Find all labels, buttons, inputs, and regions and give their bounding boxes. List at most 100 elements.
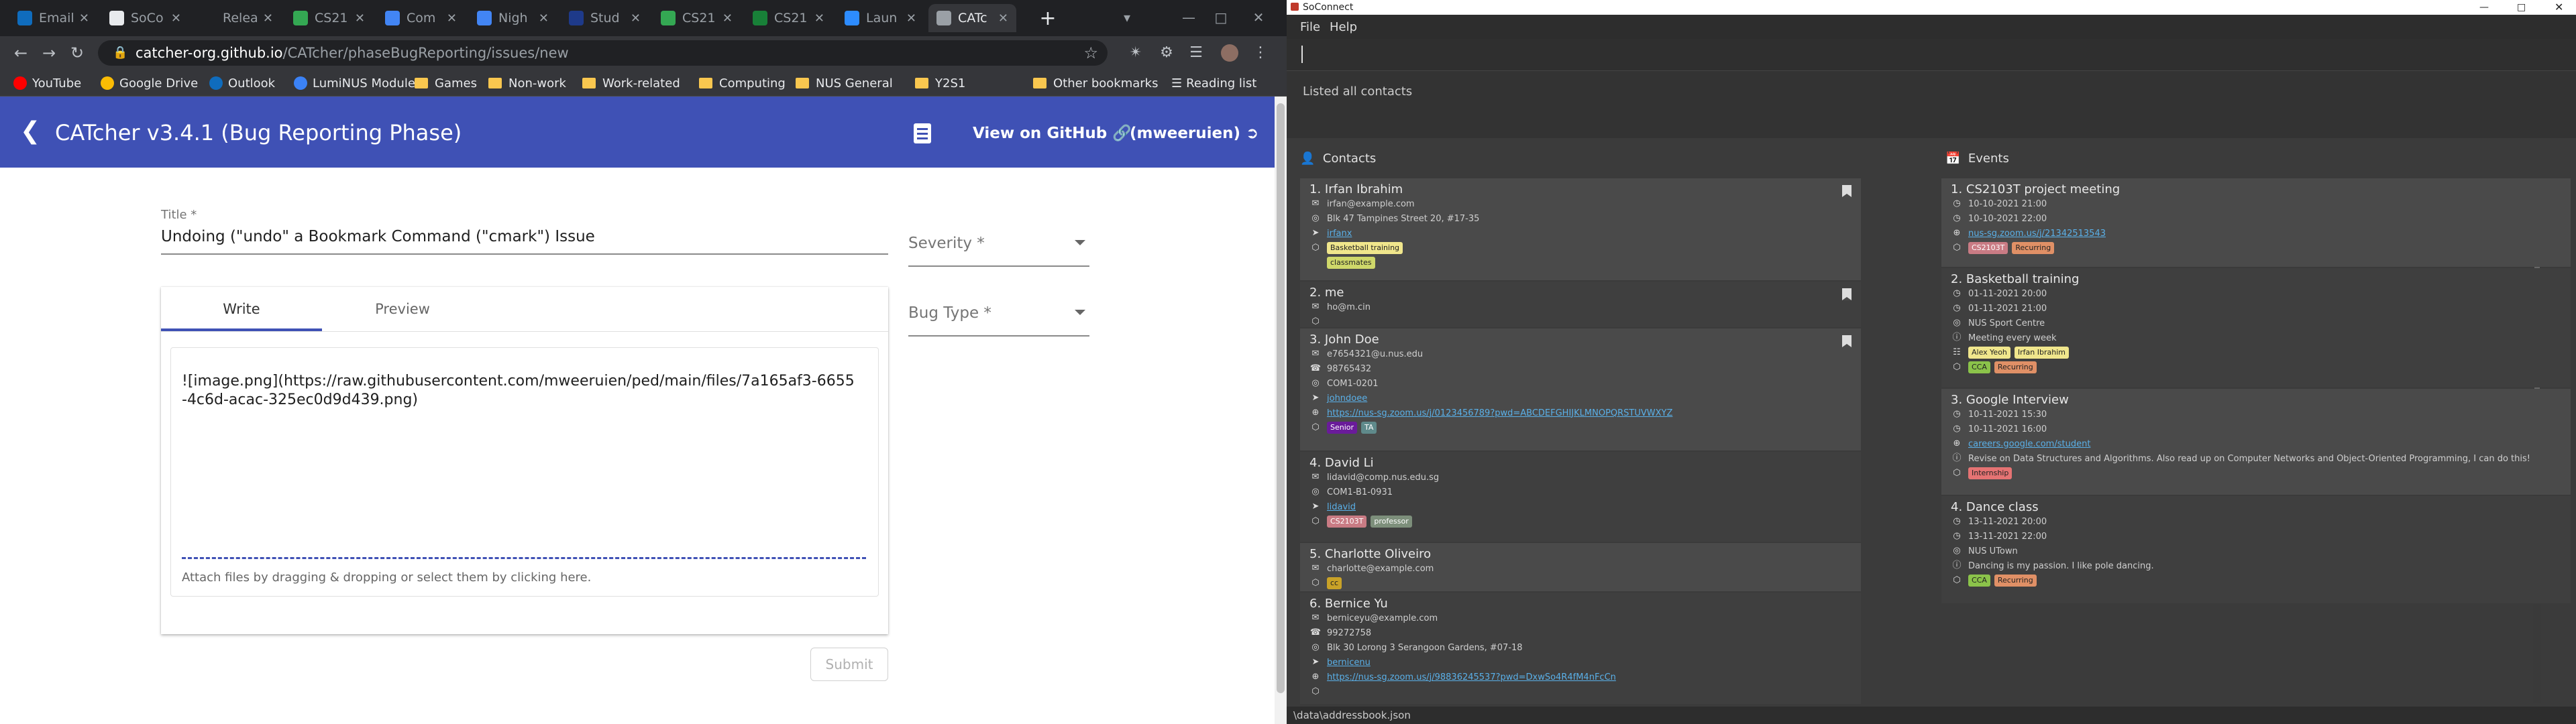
site-icon xyxy=(101,76,114,90)
star-icon[interactable]: ☆ xyxy=(1083,40,1098,66)
list-item[interactable]: 1. CS2103T project meeting ◷ 10-10-2021 21… xyxy=(1941,178,2571,267)
list-item[interactable]: 4. Dance class ◷ 13-11-2021 20:00 ◷ 13-11-20… xyxy=(1941,496,2571,603)
close-icon[interactable]: ✕ xyxy=(2555,0,2563,15)
tag-badge: CCA xyxy=(1968,361,1990,373)
address-bar[interactable]: 🔒 catcher-org.github.io/CATcher/phaseBug… xyxy=(98,40,1108,66)
minimize-icon[interactable]: — xyxy=(2479,0,2489,15)
detail-link[interactable]: johndoee xyxy=(1327,394,1367,404)
bookmark-0[interactable]: YouTube xyxy=(13,74,81,93)
logout-button[interactable]: (mweeruien) ➲ xyxy=(1130,122,1258,145)
bookmark-icon[interactable] xyxy=(1842,335,1851,347)
bookmark-2[interactable]: Outlook xyxy=(209,74,275,93)
event-list[interactable]: 1. CS2103T project meeting ◷ 10-10-2021 21… xyxy=(1941,178,2571,607)
minimize-icon[interactable]: — xyxy=(1175,5,1202,29)
detail-link[interactable]: https://nus-sg.zoom.us/j/98836245537?pwd… xyxy=(1327,672,1616,682)
list-item[interactable]: 4. David Li ✉ lidavid@comp.nus.edu.sg ◎ COM1… xyxy=(1300,452,1861,542)
bookmark-11[interactable]: ☰ Reading list xyxy=(1171,74,1256,93)
media-icon[interactable]: ☰ xyxy=(1187,44,1205,62)
close-tab-icon[interactable]: ✕ xyxy=(814,11,824,25)
title-input[interactable]: Undoing ("undo" a Bookmark Command ("cma… xyxy=(161,228,595,245)
scrollbar-thumb[interactable] xyxy=(1277,103,1285,693)
contact-list[interactable]: 1. Irfan Ibrahim ✉ irfan@example.com ◎ Blk 4… xyxy=(1300,178,1861,704)
document-icon[interactable] xyxy=(914,123,931,143)
page-scrollbar[interactable] xyxy=(1275,97,1287,724)
detail-text: Blk 30 Lorong 3 Serangoon Gardens, #07-1… xyxy=(1327,642,1523,653)
detail-link[interactable]: irfanx xyxy=(1327,229,1352,239)
list-item[interactable]: 6. Bernice Yu ✉ berniceyu@example.com ☎ 9927… xyxy=(1300,593,1861,704)
detail-link[interactable]: nus-sg.zoom.us/j/21342513543 xyxy=(1968,229,2106,239)
tab-1[interactable]: SoCo ✕ xyxy=(101,4,189,32)
tab-4[interactable]: Com ✕ xyxy=(377,4,465,32)
kebab-menu-icon[interactable]: ⋮ xyxy=(1252,44,1269,62)
title-field[interactable]: Undoing ("undo" a Bookmark Command ("cma… xyxy=(161,205,888,255)
bug-type-select[interactable]: Bug Type * xyxy=(908,296,1089,337)
back-arrow-icon[interactable]: ← xyxy=(9,42,32,64)
detail-row: ◎ COM1-0201 xyxy=(1309,377,1378,390)
extension-icon[interactable]: ✴ xyxy=(1127,44,1144,62)
new-tab-icon[interactable]: + xyxy=(1034,5,1061,32)
detail-link[interactable]: https://nus-sg.zoom.us/j/0123456789?pwd=… xyxy=(1327,408,1672,418)
bookmark-8[interactable]: NUS General xyxy=(796,74,893,93)
tab-2[interactable]: Relea ✕ xyxy=(193,4,281,32)
bookmark-6[interactable]: Work-related xyxy=(582,74,680,93)
attach-files-hint[interactable]: Attach files by dragging & dropping or s… xyxy=(182,570,591,585)
close-tab-icon[interactable]: ✕ xyxy=(171,11,181,25)
detail-link[interactable]: lidavid xyxy=(1327,502,1356,512)
bookmark-1[interactable]: Google Drive xyxy=(101,74,198,93)
list-item[interactable]: 1. Irfan Ibrahim ✉ irfan@example.com ◎ Blk 4… xyxy=(1300,178,1861,280)
tab-search-icon[interactable]: ▾ xyxy=(1114,5,1140,29)
maximize-icon[interactable]: □ xyxy=(2517,0,2526,15)
menu-file[interactable]: File xyxy=(1300,20,1320,34)
close-tab-icon[interactable]: ✕ xyxy=(539,11,549,25)
close-tab-icon[interactable]: ✕ xyxy=(355,11,365,25)
list-item[interactable]: 5. Charlotte Oliveiro ✉ charlotte@example.… xyxy=(1300,543,1861,591)
bookmark-7[interactable]: Computing xyxy=(699,74,786,93)
detail-link[interactable]: bernicenu xyxy=(1327,658,1371,668)
bookmark-9[interactable]: Y2S1 xyxy=(915,74,965,93)
reload-icon[interactable]: ↻ xyxy=(66,42,89,64)
list-item[interactable]: 2. me ✉ ho@m.cin ⬡ xyxy=(1300,282,1861,327)
tab-5[interactable]: Nigh ✕ xyxy=(469,4,557,32)
bookmark-5[interactable]: Non-work xyxy=(488,74,566,93)
tab-10[interactable]: CATc ✕ xyxy=(928,4,1016,32)
detail-text: ho@m.cin xyxy=(1327,302,1371,312)
back-icon[interactable]: ❮ xyxy=(20,117,40,146)
close-tab-icon[interactable]: ✕ xyxy=(722,11,733,25)
close-tab-icon[interactable]: ✕ xyxy=(79,11,89,25)
tab-7[interactable]: CS21 ✕ xyxy=(653,4,741,32)
bookmark-10[interactable]: Other bookmarks xyxy=(1033,74,1158,93)
bookmark-icon[interactable] xyxy=(1842,288,1851,300)
puzzle-icon[interactable]: ⚙ xyxy=(1158,44,1175,62)
detail-link[interactable]: careers.google.com/student xyxy=(1968,439,2090,449)
tab-3[interactable]: CS21 ✕ xyxy=(285,4,373,32)
close-tab-icon[interactable]: ✕ xyxy=(447,11,457,25)
list-item[interactable]: 2. Basketball training ◷ 01-11-2021 20:00 ◷… xyxy=(1941,268,2571,387)
close-tab-icon[interactable]: ✕ xyxy=(631,11,641,25)
description-text[interactable]: ![image.png](https://raw.githubuserconte… xyxy=(182,372,859,410)
bookmark-icon[interactable] xyxy=(1842,185,1851,197)
bookmark-3[interactable]: LumiNUS Modules xyxy=(294,74,421,93)
close-tab-icon[interactable]: ✕ xyxy=(906,11,916,25)
tab-9[interactable]: Laun ✕ xyxy=(837,4,924,32)
close-tab-icon[interactable]: ✕ xyxy=(998,11,1008,25)
severity-select[interactable]: Severity * xyxy=(908,227,1089,267)
submit-button[interactable]: Submit xyxy=(810,648,888,681)
view-on-github-link[interactable]: View on GitHub 🔗 xyxy=(973,122,1132,145)
close-icon[interactable]: ✕ xyxy=(1245,5,1272,29)
forward-arrow-icon[interactable]: → xyxy=(38,42,60,64)
folder-icon xyxy=(1033,78,1046,88)
tab-6[interactable]: Stud ✕ xyxy=(561,4,649,32)
command-box[interactable] xyxy=(1287,39,2576,71)
tab-preview[interactable]: Preview xyxy=(322,287,483,331)
avatar[interactable] xyxy=(1221,44,1238,62)
bookmark-4[interactable]: Games xyxy=(415,74,477,93)
list-item[interactable]: 3. Google Interview ◷ 10-11-2021 15:30 ◷ 10-… xyxy=(1941,389,2571,495)
tab-0[interactable]: Email ✕ xyxy=(9,4,97,32)
description-textarea[interactable]: ![image.png](https://raw.githubuserconte… xyxy=(170,347,879,597)
close-tab-icon[interactable]: ✕ xyxy=(263,11,273,25)
menu-help[interactable]: Help xyxy=(1330,20,1357,34)
list-item[interactable]: 3. John Doe ✉ e7654321@u.nus.edu ☎ 98765432 ◎… xyxy=(1300,328,1861,450)
maximize-icon[interactable]: □ xyxy=(1208,5,1234,29)
tab-write[interactable]: Write xyxy=(161,287,322,331)
tab-8[interactable]: CS21 ✕ xyxy=(745,4,833,32)
